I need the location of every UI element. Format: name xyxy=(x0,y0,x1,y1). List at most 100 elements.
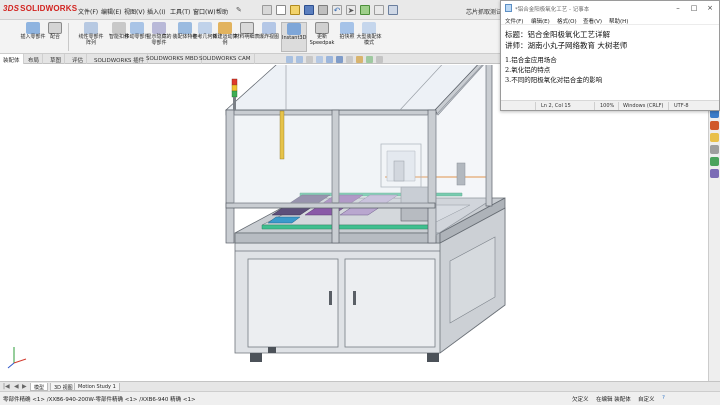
status-divider xyxy=(618,102,619,110)
tab-model[interactable]: 模型 xyxy=(30,383,49,391)
notepad-icon xyxy=(505,4,512,12)
tab-layout[interactable]: 布局 xyxy=(25,54,44,64)
cabinet-door-right[interactable] xyxy=(344,258,436,348)
new-document-icon[interactable] xyxy=(276,5,286,15)
door-handle-right xyxy=(353,291,356,305)
view-orientation-icon[interactable] xyxy=(326,56,333,63)
status-bar: 零部件精确 <1> /XXB6-940-200W-零部件精确 <1> /XXB6… xyxy=(0,391,720,405)
custom-properties-icon[interactable] xyxy=(710,169,719,178)
outline-item: 2.氧化铝的特点 xyxy=(505,66,551,74)
file-explorer-icon[interactable] xyxy=(710,133,719,142)
caster-foot xyxy=(250,353,262,362)
line-ending: Windows (CRLF) xyxy=(623,103,664,109)
help-icon[interactable]: ? xyxy=(662,395,665,401)
options-gear-icon[interactable] xyxy=(388,5,398,15)
tab-solidworks-addins[interactable]: SOLIDWORKS 插件 xyxy=(91,54,149,64)
design-library-icon[interactable] xyxy=(710,121,719,130)
notepad-menu-bar: 文件(F) 编辑(E) 格式(O) 查看(V) 帮助(H) xyxy=(501,15,719,25)
tab-evaluate[interactable]: 评估 xyxy=(69,54,88,64)
apply-scene-icon[interactable] xyxy=(366,56,373,63)
notepad-menu-view[interactable]: 查看(V) xyxy=(583,17,602,25)
section-view-icon[interactable] xyxy=(316,56,323,63)
command-manager-ribbon: 插入零部件 配合 线性零部件阵列 智能扣件 移动零部件 显示隐藏的零部件 装配体… xyxy=(0,20,500,54)
menu-window[interactable]: 窗口(W) xyxy=(193,7,216,16)
assembly-model[interactable] xyxy=(0,65,708,381)
menu-help[interactable]: 帮助 xyxy=(216,7,228,16)
outline-item: 3.不同的阳极氧化对铝合金的影响 xyxy=(505,76,603,84)
maximize-icon[interactable]: □ xyxy=(687,3,701,13)
view-palette-icon[interactable] xyxy=(710,145,719,154)
view-settings-icon[interactable] xyxy=(376,56,383,63)
cabinet-door-left[interactable] xyxy=(247,258,339,348)
ribbon-label: 更新Speedpak xyxy=(309,34,335,46)
signal-light-red xyxy=(231,78,238,86)
tab-solidworks-cam[interactable]: SOLIDWORKS CAM xyxy=(196,54,255,64)
menu-view[interactable]: 视图(V) xyxy=(124,7,145,16)
encoding: UTF-8 xyxy=(674,103,689,109)
zoom-to-fit-icon[interactable] xyxy=(286,56,293,63)
next-tab-icon[interactable]: ▶ xyxy=(22,383,27,390)
solidworks-logo-text: SOLIDWORKS xyxy=(20,4,78,13)
open-folder-icon[interactable] xyxy=(290,5,300,15)
appearances-icon[interactable] xyxy=(710,157,719,166)
notepad-window[interactable]: *铝合金阳极氧化工艺 - 记事本 – □ × 文件(F) 编辑(E) 格式(O)… xyxy=(500,0,720,111)
mate-paperclip-icon xyxy=(48,22,62,34)
file-properties-icon[interactable] xyxy=(374,5,384,15)
tab-motion-study[interactable]: Motion Study 1 xyxy=(74,383,120,391)
status-divider xyxy=(668,102,669,110)
undo-icon[interactable]: ↶ xyxy=(332,5,342,15)
tab-assembly[interactable]: 装配体 xyxy=(0,54,24,64)
outline-item: 1.铝合金应用场合 xyxy=(505,56,557,64)
cursor-position: Ln 2, Col 15 xyxy=(541,103,571,109)
exploded-view-button[interactable]: 爆炸视图 xyxy=(256,22,282,52)
command-tabs: 装配体 布局 草图 评估 SOLIDWORKS 插件 SOLIDWORKS MB… xyxy=(0,54,500,64)
first-tab-icon[interactable]: |◀ xyxy=(3,383,10,390)
notepad-menu-file[interactable]: 文件(F) xyxy=(505,17,523,25)
graphics-area[interactable] xyxy=(0,65,708,381)
lecturer-line: 讲师：湖南小丸子网络教育 大树老师 xyxy=(505,41,628,50)
notepad-menu-help[interactable]: 帮助(H) xyxy=(609,17,628,25)
menu-insert[interactable]: 插入(I) xyxy=(147,7,165,16)
minimize-icon[interactable]: – xyxy=(671,3,685,13)
zoom-area-icon[interactable] xyxy=(296,56,303,63)
menu-tools[interactable]: 工具(T) xyxy=(170,7,190,16)
notepad-title: *铝合金阳极氧化工艺 - 记事本 xyxy=(515,7,590,13)
notepad-menu-edit[interactable]: 编辑(E) xyxy=(531,17,550,25)
close-icon[interactable]: × xyxy=(703,3,717,13)
mate-button[interactable]: 配合 xyxy=(42,22,68,52)
save-icon[interactable] xyxy=(304,5,314,15)
update-speedpak-button[interactable]: 更新Speedpak xyxy=(309,22,335,52)
display-style-icon[interactable] xyxy=(336,56,343,63)
edit-appearance-icon[interactable] xyxy=(356,56,363,63)
ribbon-label: 显示隐藏的零部件 xyxy=(146,34,172,46)
ribbon-separator xyxy=(68,23,69,51)
ribbon-label: 爆炸视图 xyxy=(258,34,279,40)
show-hidden-components-button[interactable]: 显示隐藏的零部件 xyxy=(146,22,172,52)
home-icon[interactable] xyxy=(262,5,272,15)
status-units[interactable]: 自定义 xyxy=(638,395,655,403)
previous-tab-icon[interactable]: ◀ xyxy=(14,383,19,390)
tab-3d-views[interactable]: 3D 视图 xyxy=(50,383,77,391)
status-divider xyxy=(594,102,595,110)
notepad-title-bar[interactable]: *铝合金阳极氧化工艺 - 记事本 – □ × xyxy=(501,1,719,15)
large-assembly-mode-button[interactable]: 大型装配体模式 xyxy=(356,22,382,52)
hide-show-items-icon[interactable] xyxy=(346,56,353,63)
linear-pattern-button[interactable]: 线性零部件阵列 xyxy=(78,22,104,52)
notepad-text-area[interactable]: 标题：铝合金阳极氧化工艺详解 讲师：湖南小丸子网络教育 大树老师 1.铝合金应用… xyxy=(505,29,715,85)
notepad-menu-format[interactable]: 格式(O) xyxy=(557,17,577,25)
update-speedpak-icon xyxy=(315,22,329,34)
print-icon[interactable] xyxy=(318,5,328,15)
ds-logo-mark: 3DS xyxy=(3,4,20,13)
rebuild-icon[interactable] xyxy=(360,5,370,15)
previous-view-icon[interactable] xyxy=(306,56,313,63)
select-arrow-icon[interactable]: ➤ xyxy=(346,5,356,15)
menu-file[interactable]: 文件(F) xyxy=(78,7,98,16)
tab-solidworks-mbd[interactable]: SOLIDWORKS MBD xyxy=(143,54,202,64)
menu-edit[interactable]: 编辑(E) xyxy=(101,7,121,16)
large-assembly-mode-icon xyxy=(362,22,376,34)
linear-pattern-icon xyxy=(84,22,98,34)
pin-icon[interactable]: ✎ xyxy=(236,6,242,14)
caster-foot xyxy=(427,353,439,362)
instant3d-button[interactable]: Instant3D xyxy=(281,22,307,52)
tab-sketch[interactable]: 草图 xyxy=(47,54,66,64)
